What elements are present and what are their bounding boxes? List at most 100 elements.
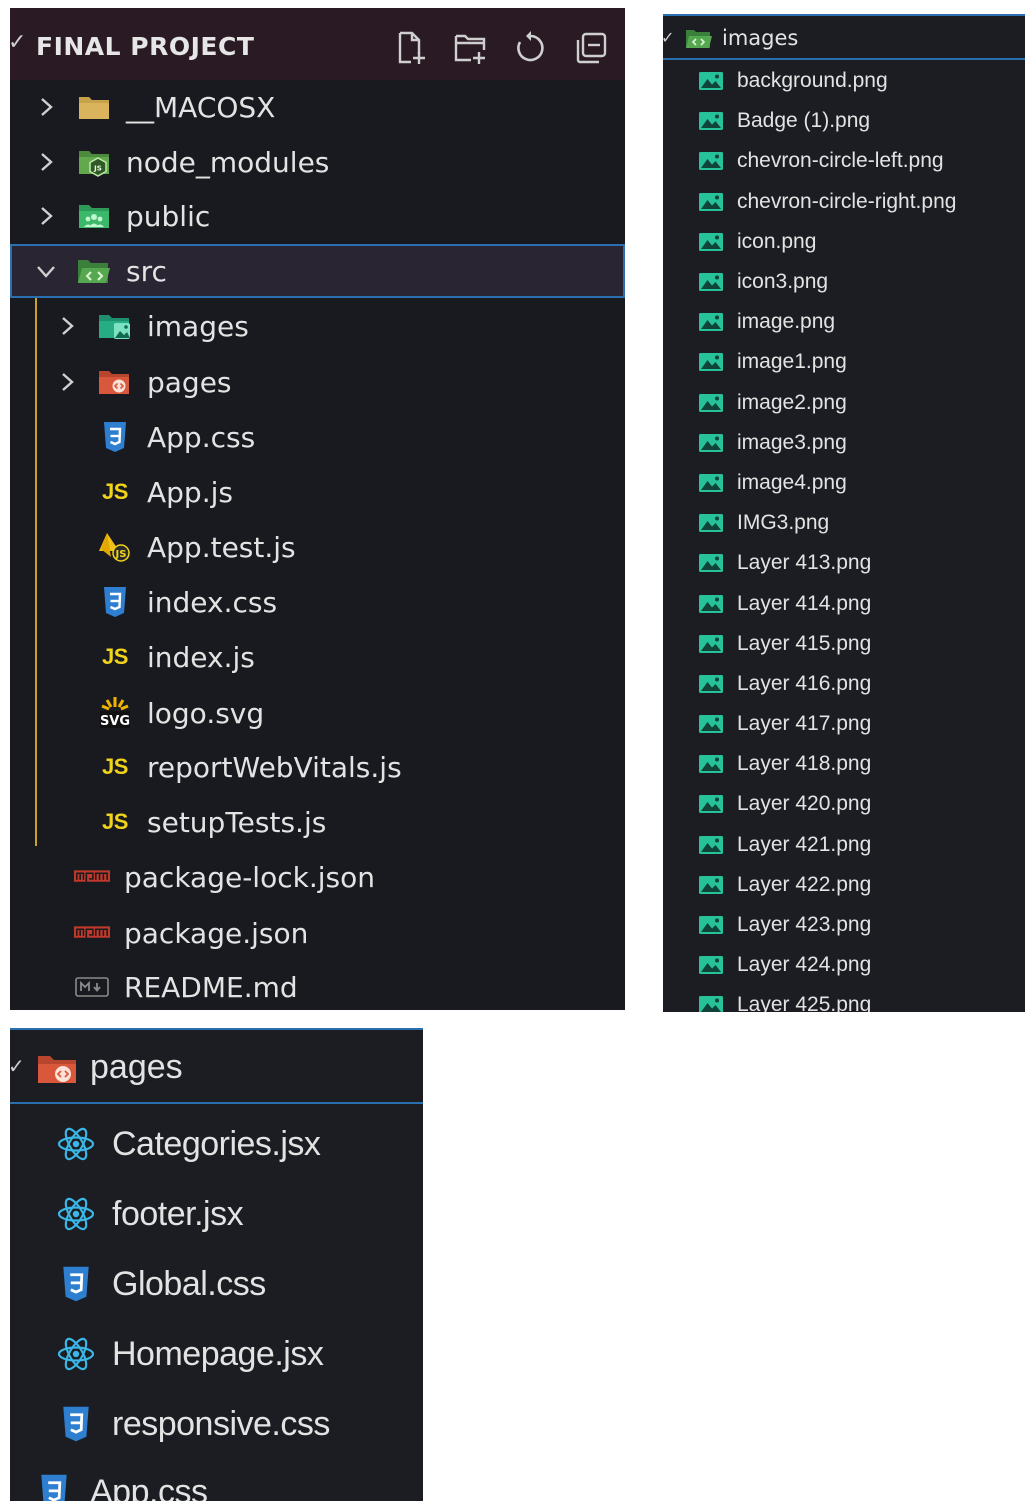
image-file-label: Layer 424.png (737, 953, 872, 977)
tree-item-pages[interactable]: pages (57, 355, 232, 409)
tree-item-public[interactable]: public (36, 189, 210, 243)
tree-item-app-test-js[interactable]: JS App.test.js (97, 520, 296, 574)
image-file-item[interactable]: image2.png (699, 383, 1025, 423)
collapse-all-icon[interactable] (573, 30, 609, 66)
tree-item-label: Global.css (112, 1264, 266, 1303)
tree-item-homepage-jsx[interactable]: Homepage.jsx (56, 1322, 324, 1386)
tree-item-macosx[interactable]: __MACOSX (36, 80, 275, 134)
tree-item-label: logo.svg (147, 696, 265, 730)
tree-item-logo-svg[interactable]: SVG logo.svg (97, 686, 264, 740)
js-badge: JS (102, 479, 128, 504)
image-file-icon (699, 232, 725, 252)
images-folder-row[interactable]: ✓ images (663, 16, 1025, 60)
image-file-item[interactable]: Layer 425.png (699, 985, 1025, 1012)
css-file-icon (56, 1404, 96, 1444)
tree-item-global-css[interactable]: Global.css (56, 1252, 266, 1316)
image-file-label: image3.png (737, 430, 847, 454)
image-file-item[interactable]: image1.png (699, 342, 1025, 382)
tree-item-label: __MACOSX (126, 90, 276, 124)
tree-item-readme-md[interactable]: README.md (74, 960, 298, 1010)
chevron-down-icon[interactable]: ✓ (663, 28, 674, 47)
css-file-icon (34, 1472, 74, 1501)
image-file-item[interactable]: image4.png (699, 463, 1025, 503)
chevron-right-icon[interactable] (36, 152, 56, 172)
css-file-icon (97, 586, 133, 618)
chevron-right-icon[interactable] (57, 372, 77, 392)
chevron-right-icon[interactable] (57, 316, 77, 336)
images-folder-panel: ✓ images background.png Badge (1).png chev… (663, 14, 1025, 1012)
tree-item-index-css[interactable]: index.css (97, 575, 277, 629)
image-file-item[interactable]: Layer 415.png (699, 624, 1025, 664)
explorer-header[interactable]: ✓ FINAL PROJECT (10, 8, 625, 80)
image-file-item[interactable]: IMG3.png (699, 503, 1025, 543)
npm-file-icon (74, 917, 110, 949)
image-file-icon (699, 553, 725, 573)
image-file-item[interactable]: Badge (1).png (699, 101, 1025, 141)
tree-item-node-modules[interactable]: JS node_modules (36, 135, 329, 189)
tree-item-label: images (147, 309, 249, 343)
svg-file-icon: SVG (97, 697, 133, 729)
tree-item-index-js[interactable]: JS index.js (97, 630, 255, 684)
tree-item-app-js[interactable]: JS App.js (97, 465, 233, 519)
tree-item-images[interactable]: images (57, 299, 249, 353)
image-file-item[interactable]: Layer 416.png (699, 664, 1025, 704)
new-file-icon[interactable] (393, 30, 429, 66)
tree-item-footer-jsx[interactable]: footer.jsx (56, 1182, 244, 1246)
tree-item-package-lock-json[interactable]: package-lock.json (74, 850, 375, 904)
chevron-down-icon[interactable] (36, 261, 56, 281)
src-folder-icon (685, 28, 713, 54)
image-file-item[interactable]: chevron-circle-left.png (699, 141, 1025, 181)
chevron-right-icon[interactable] (36, 97, 56, 117)
src-folder-icon (76, 255, 112, 287)
chevron-right-icon[interactable] (36, 206, 56, 226)
tree-item-label: package-lock.json (124, 860, 375, 894)
image-file-item[interactable]: Layer 421.png (699, 825, 1025, 865)
tree-item-label: package.json (124, 916, 309, 950)
image-file-list: background.png Badge (1).png chevron-circl… (699, 61, 1025, 1012)
tree-item-responsive-css[interactable]: responsive.css (56, 1392, 330, 1456)
image-file-item[interactable]: chevron-circle-right.png (699, 182, 1025, 222)
image-file-item[interactable]: Layer 420.png (699, 784, 1025, 824)
image-file-label: Layer 423.png (737, 913, 872, 937)
refresh-icon[interactable] (513, 30, 549, 66)
pages-folder-row[interactable]: ✓ pages (10, 1030, 423, 1104)
svg-text:JS: JS (115, 549, 127, 560)
image-file-item[interactable]: image3.png (699, 423, 1025, 463)
tree-item-src[interactable]: src (36, 244, 167, 298)
new-folder-icon[interactable] (453, 30, 489, 66)
image-file-label: chevron-circle-right.png (737, 189, 957, 213)
image-file-item[interactable]: icon.png (699, 222, 1025, 262)
tree-item-package-json[interactable]: package.json (74, 906, 308, 960)
image-file-icon (699, 995, 725, 1012)
chevron-down-icon[interactable]: ✓ (10, 1054, 25, 1078)
image-file-icon (699, 594, 725, 614)
tree-item-app-css[interactable]: App.css (97, 410, 255, 464)
tree-item-setup-tests-js[interactable]: JS setupTests.js (97, 795, 326, 849)
image-file-item[interactable]: background.png (699, 61, 1025, 101)
image-file-label: icon3.png (737, 270, 829, 294)
image-file-label: Layer 422.png (737, 872, 872, 896)
image-file-item[interactable]: Layer 423.png (699, 905, 1025, 945)
chevron-down-icon[interactable]: ✓ (10, 30, 26, 55)
image-file-item[interactable]: Layer 424.png (699, 945, 1025, 985)
image-file-item[interactable]: Layer 414.png (699, 583, 1025, 623)
explorer-actions (393, 30, 609, 66)
js-badge: JS (102, 644, 128, 669)
image-file-label: Layer 421.png (737, 832, 872, 856)
image-file-item[interactable]: icon3.png (699, 262, 1025, 302)
image-file-label: icon.png (737, 229, 817, 253)
tree-item-categories-jsx[interactable]: Categories.jsx (56, 1112, 321, 1176)
tree-item-app-css[interactable]: App.css (34, 1460, 208, 1501)
image-file-item[interactable]: Layer 417.png (699, 704, 1025, 744)
markdown-file-icon (74, 971, 110, 1003)
image-file-item[interactable]: Layer 418.png (699, 744, 1025, 784)
tree-item-label: responsive.css (112, 1404, 330, 1443)
explorer-title: FINAL PROJECT (36, 32, 255, 61)
folder-label: pages (90, 1048, 183, 1086)
tree-item-report-web-vitals-js[interactable]: JS reportWebVitals.js (97, 740, 402, 794)
image-file-label: background.png (737, 69, 888, 93)
image-file-item[interactable]: image.png (699, 302, 1025, 342)
image-file-item[interactable]: Layer 413.png (699, 543, 1025, 583)
explorer-panel: ✓ FINAL PROJECT __MACOSX JS node_modules… (10, 8, 625, 1010)
image-file-item[interactable]: Layer 422.png (699, 865, 1025, 905)
